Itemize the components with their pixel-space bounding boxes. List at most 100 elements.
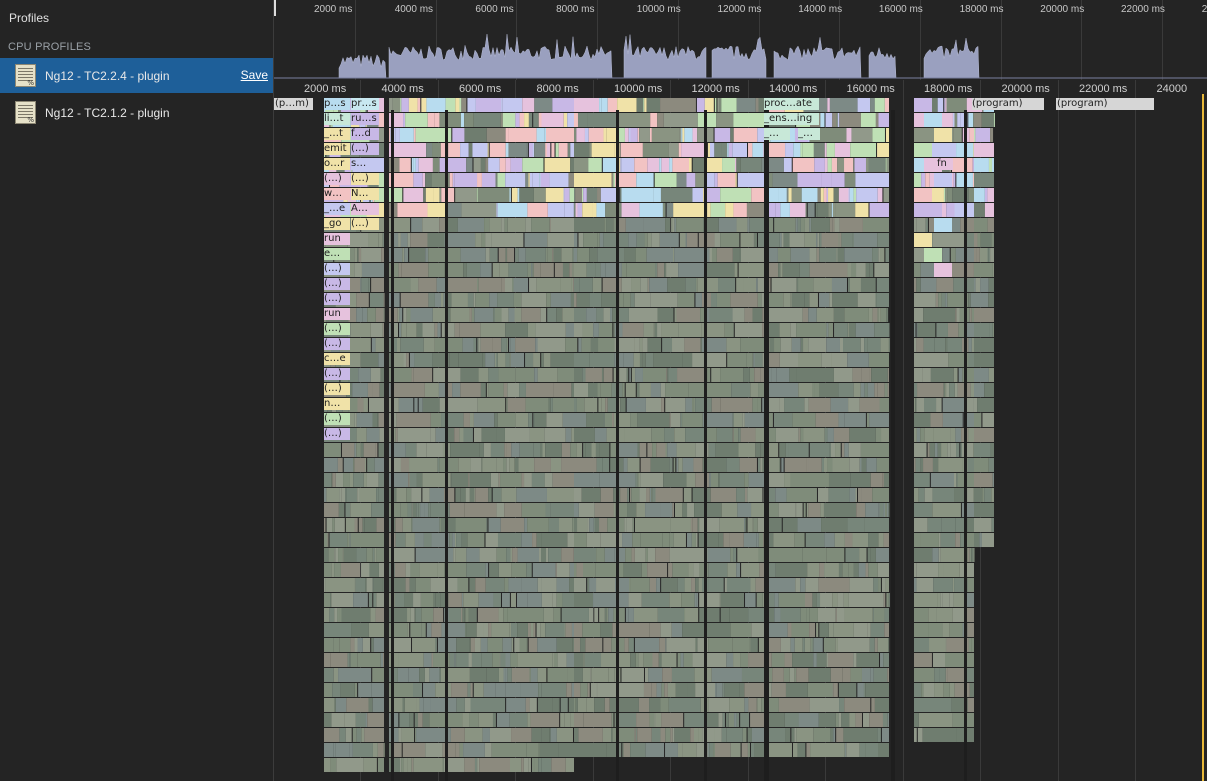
flame-bar[interactable] xyxy=(574,353,590,367)
flame-bar[interactable] xyxy=(692,188,704,202)
flame-bar[interactable] xyxy=(693,398,696,412)
flame-bar[interactable] xyxy=(531,473,545,487)
flame-bar[interactable] xyxy=(582,203,593,217)
flame-bar[interactable] xyxy=(863,683,866,697)
flame-bar[interactable] xyxy=(423,338,435,352)
flame-bar[interactable] xyxy=(971,308,974,322)
flame-bar[interactable] xyxy=(970,293,974,307)
flame-bar[interactable] xyxy=(733,428,739,442)
flame-bar[interactable] xyxy=(625,548,632,562)
flame-bar[interactable] xyxy=(425,248,429,262)
flame-bar[interactable] xyxy=(750,578,756,592)
flame-bar[interactable] xyxy=(970,383,974,397)
flame-bar[interactable] xyxy=(395,533,406,547)
flame-bar[interactable] xyxy=(707,143,711,157)
flame-bar[interactable] xyxy=(835,608,837,622)
flame-bar[interactable] xyxy=(831,173,845,187)
flame-bar[interactable] xyxy=(480,338,493,352)
flame-bar[interactable] xyxy=(669,548,708,562)
flame-bar[interactable] xyxy=(439,188,442,202)
flame-bar[interactable] xyxy=(376,488,379,502)
flame-bar[interactable] xyxy=(372,698,384,712)
flame-bar[interactable] xyxy=(820,593,833,607)
flame-bar[interactable] xyxy=(409,473,417,487)
flame-bar[interactable] xyxy=(849,713,856,727)
flame-bar[interactable] xyxy=(539,173,541,187)
flame-bar[interactable] xyxy=(575,698,578,712)
flame-bar[interactable] xyxy=(706,533,719,547)
flame-bar[interactable] xyxy=(581,338,591,352)
flame-bar[interactable] xyxy=(569,263,573,277)
flame-bar[interactable] xyxy=(475,233,482,247)
flame-bar[interactable] xyxy=(524,113,529,127)
flame-bar[interactable] xyxy=(511,443,520,457)
flame-bar[interactable] xyxy=(713,743,715,757)
flame-bar[interactable] xyxy=(405,578,410,592)
flame-bar[interactable] xyxy=(574,143,590,157)
flame-bar[interactable] xyxy=(338,548,343,562)
flame-bar[interactable] xyxy=(634,293,651,307)
flame-bar[interactable] xyxy=(337,608,340,622)
flame-bar[interactable] xyxy=(767,293,784,307)
flame-bar[interactable] xyxy=(600,488,614,502)
flame-bar[interactable] xyxy=(886,593,889,607)
flame-bar[interactable] xyxy=(706,158,723,172)
flame-bar[interactable] xyxy=(745,518,747,532)
flame-bar[interactable] xyxy=(343,548,357,562)
flame-bar[interactable] xyxy=(821,233,839,247)
flame-bar[interactable] xyxy=(353,593,368,607)
flame-bar[interactable] xyxy=(956,308,960,322)
flame-bar[interactable] xyxy=(636,383,640,397)
flame-bar[interactable] xyxy=(844,308,869,322)
flame-bar[interactable] xyxy=(609,683,644,697)
flame-bar[interactable] xyxy=(352,383,368,397)
flame-bar[interactable] xyxy=(729,533,744,547)
flame-bar[interactable] xyxy=(877,188,883,202)
flame-bar[interactable] xyxy=(810,743,845,757)
flame-bar[interactable] xyxy=(479,758,511,772)
flame-bar[interactable] xyxy=(389,233,391,247)
flame-bar[interactable] xyxy=(389,143,427,157)
flame-bar[interactable] xyxy=(413,593,421,607)
flame-bar[interactable] xyxy=(671,218,673,232)
flame-bar[interactable] xyxy=(432,158,440,172)
flame-bar[interactable] xyxy=(411,218,423,232)
flame-bar[interactable] xyxy=(950,428,956,442)
flame-bar[interactable] xyxy=(669,533,674,547)
flame-bar[interactable] xyxy=(934,668,940,682)
flame-bar[interactable] xyxy=(639,488,647,502)
flame-bar[interactable] xyxy=(528,143,533,157)
flame-bar[interactable] xyxy=(751,188,764,202)
flame-bar[interactable] xyxy=(782,263,800,277)
flame-bar[interactable] xyxy=(445,98,456,112)
flame-bar[interactable] xyxy=(868,413,870,427)
flame-bar[interactable] xyxy=(887,668,889,682)
flame-bar[interactable] xyxy=(574,233,578,247)
flame-bar[interactable] xyxy=(877,383,885,397)
flame-bar[interactable] xyxy=(552,473,574,487)
flame-bar[interactable] xyxy=(489,563,499,577)
flame-bar[interactable] xyxy=(769,533,774,547)
flame-bar[interactable] xyxy=(481,428,497,442)
flame-bar[interactable] xyxy=(378,413,384,427)
flame-bar[interactable] xyxy=(546,413,563,427)
flame-bar[interactable] xyxy=(711,668,742,682)
flame-bar[interactable] xyxy=(946,383,950,397)
flame-bar[interactable] xyxy=(646,488,650,502)
flame-bar[interactable] xyxy=(650,383,661,397)
flame-bar[interactable] xyxy=(363,443,376,457)
flame-bar[interactable] xyxy=(878,503,880,517)
flame-bar[interactable] xyxy=(452,128,465,142)
flame-bar[interactable] xyxy=(568,698,574,712)
flame-bar[interactable] xyxy=(574,488,582,502)
flame-bar[interactable] xyxy=(469,473,491,487)
flame-bar[interactable] xyxy=(732,428,734,442)
flame-bar[interactable] xyxy=(695,578,699,592)
flame-bar[interactable] xyxy=(748,143,753,157)
flame-bar[interactable] xyxy=(482,728,490,742)
flame-bar[interactable] xyxy=(853,188,857,202)
flame-bar[interactable] xyxy=(636,503,646,517)
flame-bar[interactable] xyxy=(967,623,974,637)
flame-bar[interactable] xyxy=(591,668,609,682)
flame-bar[interactable] xyxy=(680,653,684,667)
